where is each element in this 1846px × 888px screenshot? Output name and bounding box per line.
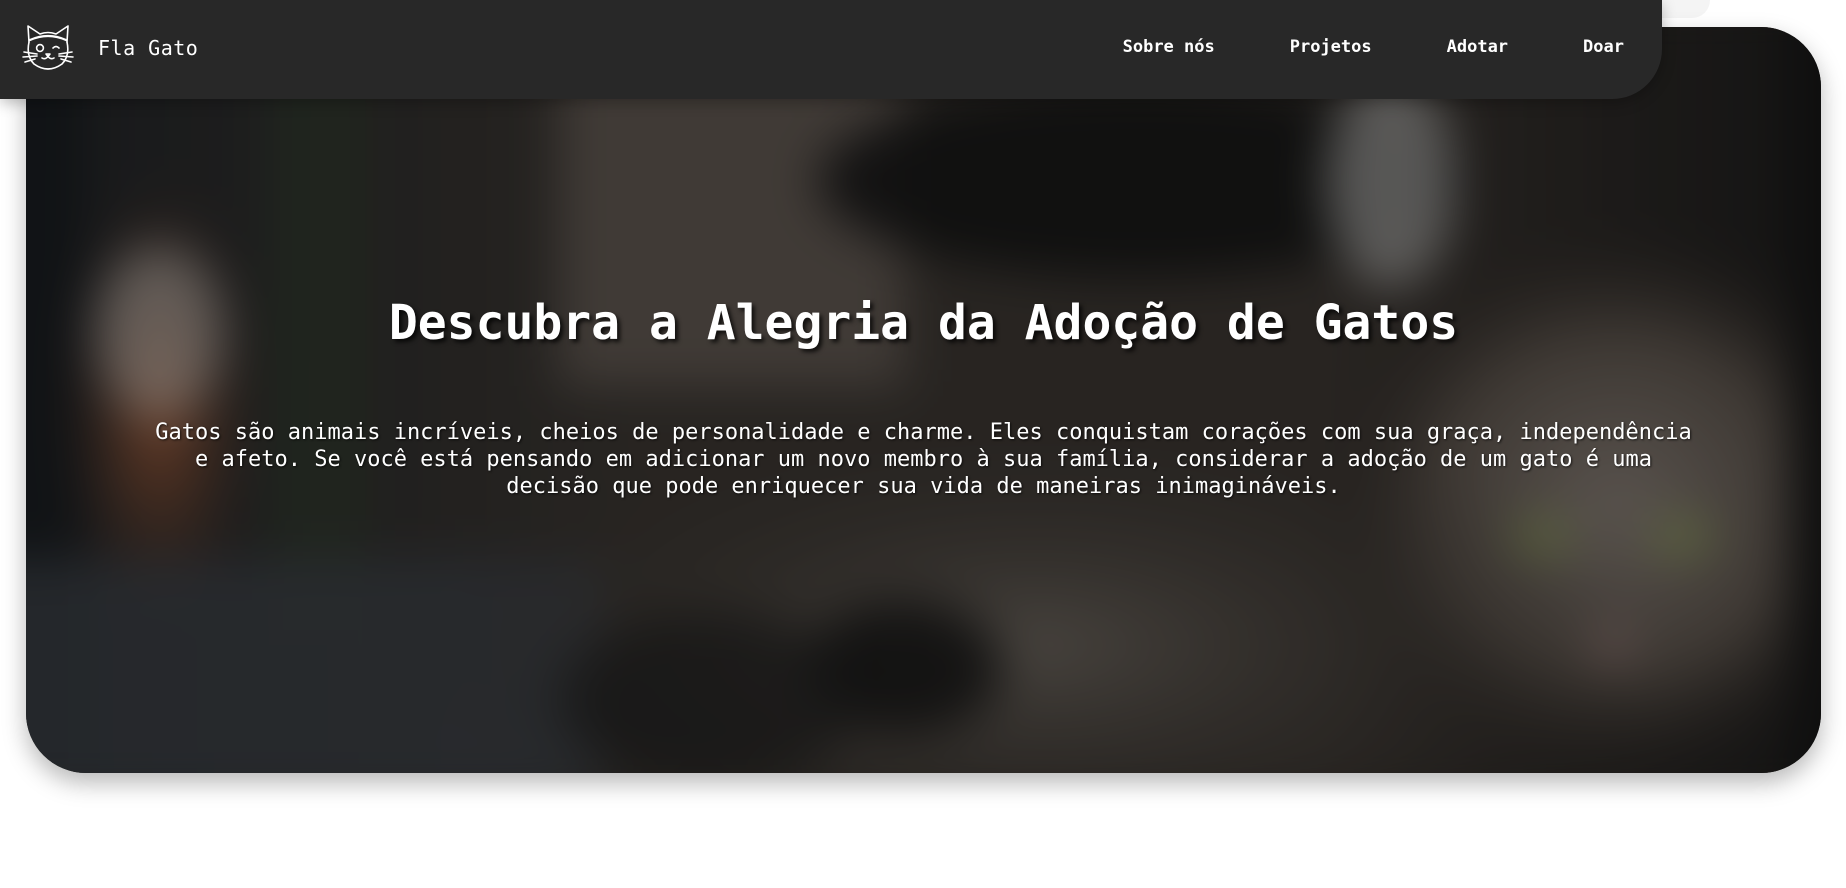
nav-link-projetos[interactable]: Projetos — [1290, 37, 1372, 57]
hero-overlay — [26, 27, 1821, 773]
hero-banner: Descubra a Alegria da Adoção de Gatos Ga… — [26, 27, 1821, 773]
nav-link-adotar[interactable]: Adotar — [1447, 37, 1508, 57]
nav-link-doar[interactable]: Doar — [1583, 37, 1624, 57]
nav-link-sobre-nos[interactable]: Sobre nós — [1123, 37, 1215, 57]
brand-name: Fla Gato — [98, 36, 199, 60]
hero-description: Gatos são animais incríveis, cheios de p… — [155, 420, 1692, 499]
navbar: Fla Gato Sobre nós Projetos Adotar Doar — [0, 0, 1662, 99]
main-nav: Sobre nós Projetos Adotar Doar — [1123, 37, 1624, 57]
cat-face-icon — [22, 25, 74, 70]
brand[interactable]: Fla Gato — [20, 22, 198, 74]
hero-title: Descubra a Alegria da Adoção de Gatos — [388, 295, 1459, 351]
